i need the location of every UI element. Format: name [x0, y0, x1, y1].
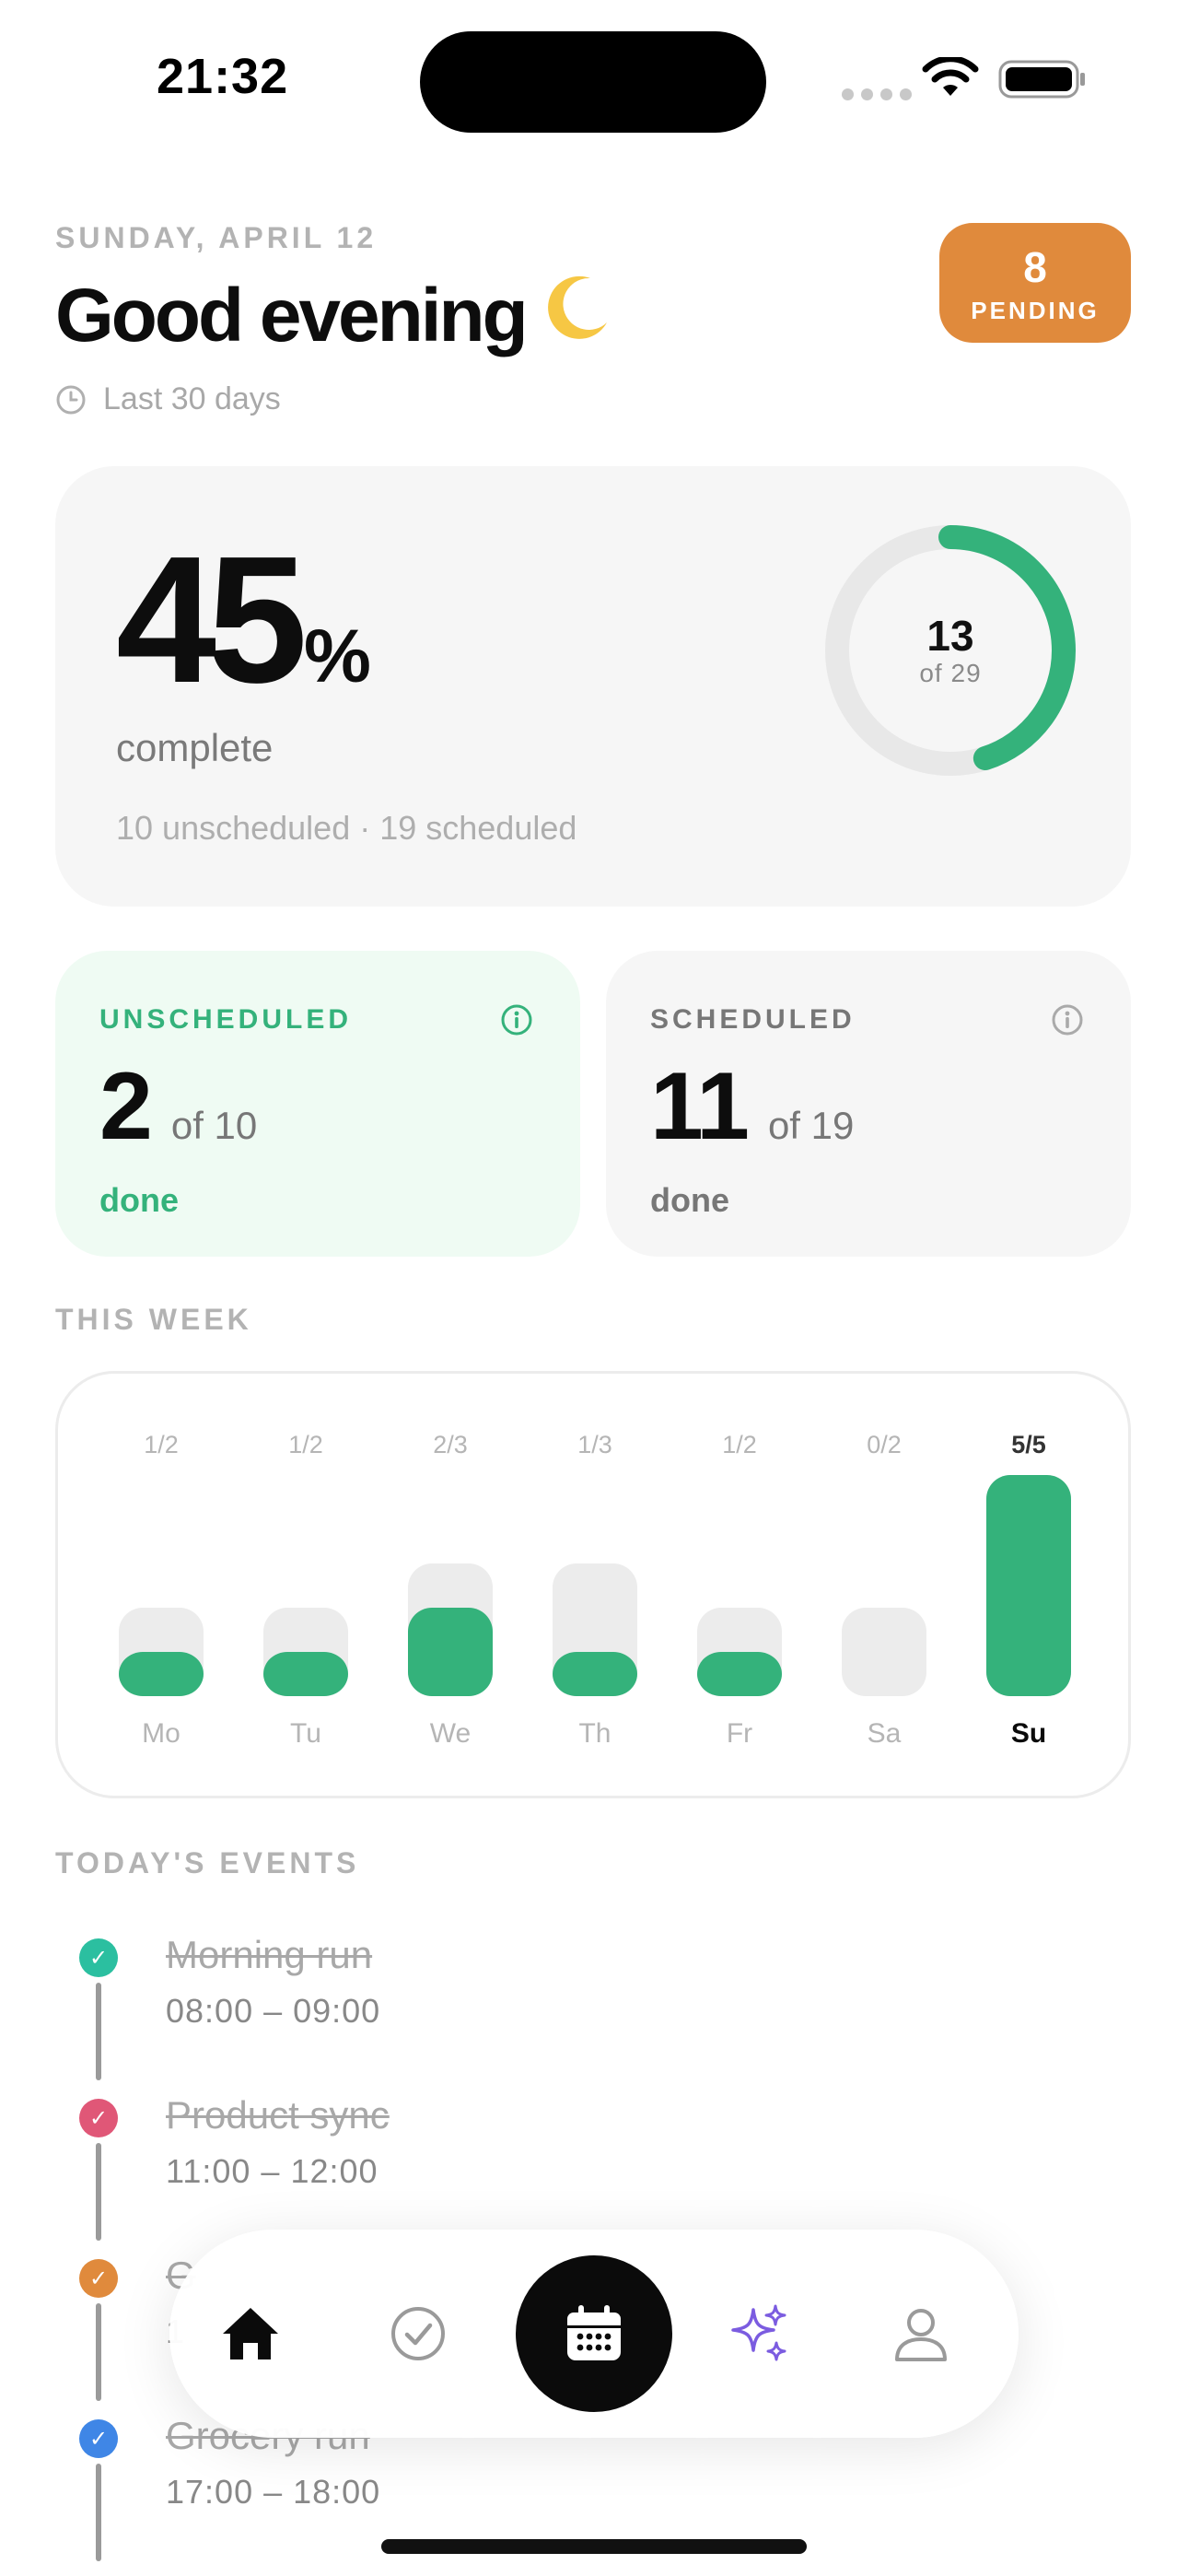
- week-chart-card: 1/2 Mo 1/2 Tu 2/3 We 1/3 Th 1/2 Fr 0/2 Sa 5/5 Su: [55, 1371, 1131, 1798]
- scheduled-card[interactable]: SCHEDULED 11 of 19 done: [606, 951, 1131, 1257]
- greeting-title: Good evening: [55, 269, 614, 359]
- unscheduled-card[interactable]: UNSCHEDULED 2 of 10 done: [55, 951, 580, 1257]
- person-icon: [895, 2309, 947, 2361]
- scheduled-title: SCHEDULED: [650, 1004, 856, 1035]
- event-done-check-icon[interactable]: ✓: [79, 2259, 118, 2298]
- week-bar-chart: 1/2 Mo 1/2 Tu 2/3 We 1/3 Th 1/2 Fr 0/2 Sa 5/5 Su: [119, 1431, 1071, 1749]
- bottom-tab-bar: [169, 2230, 1019, 2438]
- scheduled-done: done: [650, 1181, 729, 1219]
- status-bar: 21:32: [0, 0, 1188, 157]
- bar-track-sa: [842, 1608, 926, 1696]
- tab-home[interactable]: [177, 2230, 324, 2438]
- event-done-check-icon[interactable]: ✓: [79, 1938, 118, 1977]
- event-timeline-line: [96, 2303, 101, 2401]
- dynamic-island: [420, 31, 766, 133]
- date-range-label: Last 30 days: [103, 381, 281, 416]
- breakdown-label: 10 unscheduled · 19 scheduled: [116, 809, 577, 847]
- sparkles-icon: [731, 2304, 786, 2361]
- crescent-moon-icon: [547, 275, 607, 339]
- progress-card: 45% complete 10 unscheduled · 19 schedul…: [55, 466, 1131, 907]
- bar-value-label: 1/2: [288, 1431, 323, 1458]
- day-label: Tu: [290, 1718, 321, 1749]
- tab-ai[interactable]: [685, 2230, 833, 2438]
- event-timeline-line: [96, 1983, 101, 2080]
- home-icon: [223, 2308, 278, 2359]
- day-label: Sa: [868, 1718, 902, 1749]
- wifi-icon: [922, 57, 979, 96]
- event-title: Product sync: [166, 2093, 390, 2137]
- bar-value-label: 0/2: [867, 1431, 902, 1458]
- event-timeline-line: [96, 2143, 101, 2241]
- unscheduled-of: of 10: [170, 1104, 258, 1147]
- battery-icon: [998, 60, 1085, 99]
- greeting-text: Good evening: [55, 274, 529, 357]
- percent-sign: %: [304, 615, 371, 698]
- scheduled-value: 11: [650, 1053, 750, 1160]
- unscheduled-value: 2: [99, 1053, 153, 1160]
- day-label: Mo: [142, 1718, 181, 1749]
- home-indicator[interactable]: [381, 2539, 807, 2554]
- scheduled-of: of 19: [767, 1104, 855, 1147]
- ring-total: of 29: [919, 659, 982, 687]
- bar-done-tu: [263, 1652, 348, 1696]
- bar-value-label: 1/2: [144, 1431, 179, 1458]
- check-circle-icon: [391, 2307, 445, 2360]
- clock-icon: [56, 385, 86, 414]
- ring-label: 13 of 29: [821, 521, 1079, 779]
- ring-done-count: 13: [926, 612, 974, 660]
- bar-done-we: [408, 1608, 493, 1696]
- day-label: Th: [578, 1718, 611, 1749]
- percent-value: 45: [116, 519, 308, 720]
- event-done-check-icon[interactable]: ✓: [79, 2099, 118, 2137]
- bar-value-label: 2/3: [433, 1431, 468, 1458]
- bar-value-label: 1/3: [577, 1431, 612, 1458]
- pending-label: PENDING: [971, 297, 1100, 324]
- bar-value-label: 5/5: [1011, 1431, 1046, 1458]
- day-label: We: [430, 1718, 471, 1749]
- tab-profile[interactable]: [847, 2230, 995, 2438]
- bar-value-label: 1/2: [722, 1431, 757, 1458]
- scheduled-stat: 11 of 19: [650, 1052, 854, 1162]
- date-label: SUNDAY, APRIL 12: [55, 221, 378, 254]
- pending-badge[interactable]: 8 PENDING: [939, 223, 1131, 343]
- event-title: Morning run: [166, 1933, 373, 1976]
- date-range-selector[interactable]: Last 30 days: [55, 381, 281, 417]
- todays-events-label: TODAY'S EVENTS: [55, 1846, 360, 1879]
- unscheduled-title: UNSCHEDULED: [99, 1004, 353, 1035]
- info-icon[interactable]: [1050, 1002, 1085, 1037]
- calendar-icon: [567, 2305, 621, 2360]
- pending-count: 8: [1023, 243, 1047, 291]
- event-time: 08:00 – 09:00: [166, 1992, 381, 2030]
- unscheduled-done: done: [99, 1181, 179, 1219]
- progress-ring: 13 of 29: [821, 521, 1079, 779]
- tab-calendar[interactable]: [516, 2255, 672, 2412]
- day-label: Su: [1011, 1718, 1046, 1749]
- unscheduled-stat: 2 of 10: [99, 1052, 257, 1162]
- bar-done-mo: [119, 1652, 204, 1696]
- event-done-check-icon[interactable]: ✓: [79, 2419, 118, 2458]
- complete-label: complete: [116, 726, 274, 769]
- status-time: 21:32: [157, 49, 289, 104]
- event-timeline-line: [96, 2464, 101, 2561]
- info-icon[interactable]: [499, 1002, 534, 1037]
- cellular-signal-icon: [842, 88, 912, 100]
- bar-done-fr: [697, 1652, 782, 1696]
- bar-done-th: [553, 1652, 637, 1696]
- day-label: Fr: [727, 1718, 752, 1749]
- event-time: 17:00 – 18:00: [166, 2473, 381, 2511]
- tab-tasks[interactable]: [344, 2230, 492, 2438]
- this-week-label: THIS WEEK: [55, 1303, 252, 1336]
- completion-percent: 45%: [116, 530, 371, 710]
- bar-done-su: [986, 1475, 1071, 1696]
- event-time: 11:00 – 12:00: [166, 2152, 379, 2190]
- event-item[interactable]: ✓ Morning run 08:00 – 09:00: [55, 1933, 1068, 2099]
